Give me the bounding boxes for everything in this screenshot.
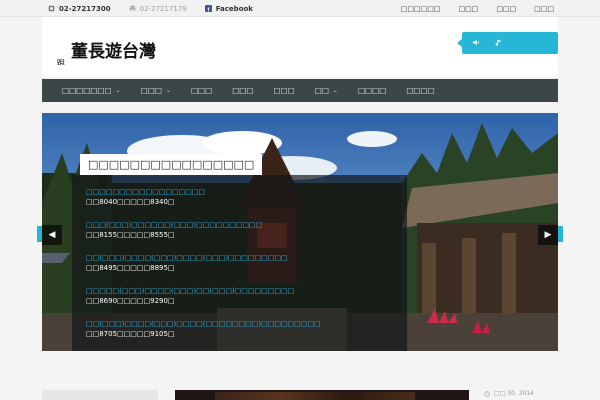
event-item-2[interactable]: □□□(□□□)□□□□□□(□□□)□□□□□□□□□□ □□8155□□□□…	[86, 220, 262, 240]
logo-small-text: 跟著	[57, 59, 65, 65]
event-detail: □□8040□□□□□8340□	[86, 198, 175, 206]
nav-label: □□□	[140, 86, 162, 95]
main-nav: □□□□□□□ ⌄ □□□ ⌄ □□□ □□□ □□□ □□ ⌄ □□□□ □□□□	[42, 79, 558, 102]
post-thumbnail-preview[interactable]	[175, 390, 469, 400]
phone-contact: 02-27217300	[48, 5, 111, 13]
slide-caption-title: □□□□□□□□□□□□□□□□	[80, 154, 263, 175]
phone-number: 02-27217300	[59, 4, 111, 13]
event-detail: □□8155□□□□□8555□	[86, 231, 175, 239]
nav-label: □□□□	[357, 86, 387, 95]
top-links: □□□□□□ □□□ □□□ □□□	[401, 0, 554, 17]
nav-label: □□□	[273, 86, 295, 95]
event-title[interactable]: □□□(□□□)□□□□□□(□□□)□□□□□□□□□□	[86, 220, 262, 230]
event-title[interactable]: □□□□□□□□□□□□□□□□□□	[86, 187, 205, 197]
chevron-right-icon: ▶	[544, 230, 552, 240]
nav-item-6[interactable]: □□ ⌄	[305, 79, 348, 102]
nav-item-2[interactable]: □□□ ⌄	[131, 79, 181, 102]
nav-label: □□□□□□□	[62, 86, 112, 95]
nav-label: □□□□	[406, 86, 435, 95]
site-logo[interactable]: 跟著 董長遊台灣	[57, 35, 177, 65]
event-detail: □□8495□□□□□8895□	[86, 264, 175, 272]
facebook-label: Facebook	[215, 4, 253, 13]
event-detail: □□8705□□□□□9105□	[86, 330, 175, 338]
event-title[interactable]: □□(□□□)□□□□(□□□)□□□□(□□□)□□□□□□□□□	[86, 253, 288, 263]
event-title[interactable]: □□(□□□)□□□□(□□□)□□□□(□□□□□□□□)□□□□□□□□□	[86, 319, 321, 329]
nav-label: □□	[314, 86, 329, 95]
nav-item-5[interactable]: □□□	[263, 79, 304, 102]
slider-edge-left	[37, 226, 42, 242]
nav-item-3[interactable]: □□□	[181, 79, 222, 102]
hero-slider: □□□□□□□□□□□□□□□□ □□□□□□□□□□□□□□□□□□ □□80…	[42, 113, 558, 351]
nav-item-8[interactable]: □□□□	[396, 79, 444, 102]
sidebar-widget-preview	[42, 390, 158, 400]
contact-info: 02-27217300 02-27217179 f Facebook	[48, 0, 253, 17]
top-info-bar: 02-27217300 02-27217179 f Facebook □□□□□…	[0, 0, 600, 17]
top-link-2[interactable]: □□□	[458, 5, 478, 13]
top-link-3[interactable]: □□□	[496, 5, 516, 13]
chevron-left-icon: ◀	[48, 230, 56, 240]
event-detail: □□8690□□□□□9290□	[86, 297, 175, 305]
top-link-4[interactable]: □□□	[534, 5, 554, 13]
slider-next-button[interactable]: ▶	[538, 225, 558, 245]
post-date: □□ 30, 2014	[484, 390, 534, 397]
slider-edge-right	[558, 226, 563, 242]
fax-number: 02-27217179	[139, 4, 187, 13]
nav-item-4[interactable]: □□□	[222, 79, 263, 102]
event-item-3[interactable]: □□(□□□)□□□□(□□□)□□□□(□□□)□□□□□□□□□ □□849…	[86, 253, 288, 273]
nav-item-1[interactable]: □□□□□□□ ⌄	[52, 79, 131, 102]
event-item-4[interactable]: □□□□□(□□□)□□□□(□□□)□□(□□□)□□□□□□□□□ □□86…	[86, 286, 294, 306]
nav-label: □□□	[232, 86, 254, 95]
phone-icon	[48, 5, 55, 12]
event-title[interactable]: □□□□□(□□□)□□□□(□□□)□□(□□□)□□□□□□□□□	[86, 286, 294, 296]
chevron-down-icon: ⌄	[165, 87, 171, 94]
post-date-text: □□ 30, 2014	[494, 390, 534, 397]
chevron-down-icon: ⌄	[115, 87, 121, 94]
site-header: 跟著 董長遊台灣	[42, 17, 558, 77]
volume-icon[interactable]	[472, 38, 480, 47]
music-icon[interactable]	[495, 38, 502, 47]
nav-item-7[interactable]: □□□□	[348, 79, 396, 102]
logo-big-text: 董長遊台灣	[71, 41, 156, 62]
social-bar	[457, 32, 558, 54]
facebook-icon: f	[204, 5, 212, 12]
printer-icon	[129, 5, 135, 12]
top-link-1[interactable]: □□□□□□	[401, 5, 441, 13]
event-item-1[interactable]: □□□□□□□□□□□□□□□□□□ □□8040□□□□□8340□	[86, 187, 205, 207]
chevron-down-icon: ⌄	[332, 87, 338, 94]
clock-icon	[484, 390, 490, 397]
facebook-link[interactable]: f Facebook	[204, 4, 253, 13]
event-item-5[interactable]: □□(□□□)□□□□(□□□)□□□□(□□□□□□□□)□□□□□□□□□ …	[86, 319, 321, 339]
svg-text:f: f	[207, 7, 209, 12]
slider-prev-button[interactable]: ◀	[42, 225, 62, 245]
fax-contact: 02-27217179	[129, 5, 187, 13]
nav-label: □□□	[190, 86, 213, 95]
